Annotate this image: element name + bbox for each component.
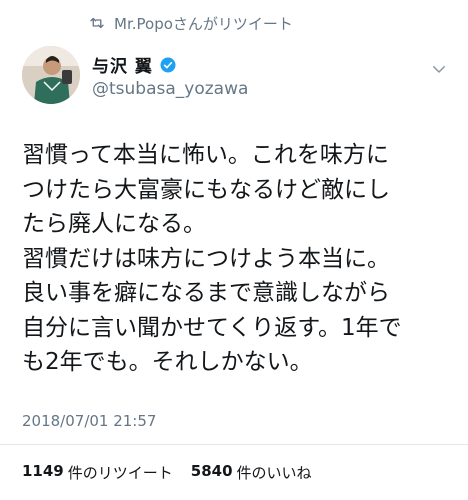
author-display-name[interactable]: 与沢 翼 bbox=[92, 52, 153, 77]
author-handle[interactable]: @tsubasa_yozawa bbox=[92, 79, 248, 99]
divider bbox=[0, 444, 468, 445]
retweet-icon bbox=[90, 17, 104, 29]
chevron-down-icon[interactable] bbox=[430, 60, 448, 78]
tweet-timestamp: 2018/07/01 21:57 bbox=[22, 412, 157, 430]
retweets-label[interactable]: 件のリツイート bbox=[68, 462, 173, 483]
retweet-indicator: Mr.Popoさんがリツイート bbox=[88, 12, 293, 34]
likes-label[interactable]: 件のいいね bbox=[237, 462, 312, 483]
tweet-stats: 1149 件のリツイート 5840 件のいいね bbox=[22, 462, 312, 483]
avatar-image bbox=[22, 46, 80, 104]
verified-badge-icon bbox=[160, 57, 176, 72]
author-name-row: 与沢 翼 bbox=[92, 52, 177, 77]
retweet-label: Mr.Popoさんがリツイート bbox=[114, 14, 293, 33]
avatar[interactable] bbox=[22, 46, 80, 104]
tweet-text: 習慣って本当に怖い。これを味方に つけたら大富豪にもなるけど敵にし たら廃人にな… bbox=[22, 142, 402, 375]
retweets-count[interactable]: 1149 bbox=[22, 462, 64, 483]
likes-count[interactable]: 5840 bbox=[191, 462, 233, 483]
